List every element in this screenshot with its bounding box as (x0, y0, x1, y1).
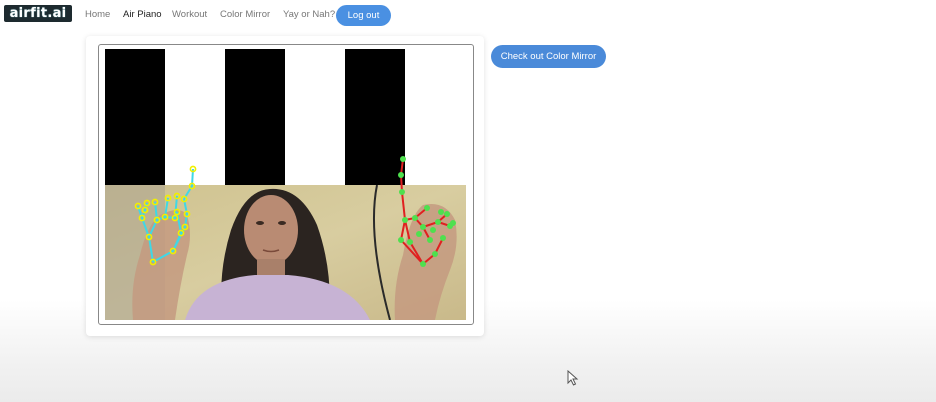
nav-link-color-mirror[interactable]: Color Mirror (220, 9, 270, 20)
mouse-cursor-icon (567, 370, 579, 386)
check-out-color-mirror-button[interactable]: Check out Color Mirror (491, 45, 606, 68)
logo[interactable]: airfit.ai (4, 5, 72, 22)
nav-link-air-piano[interactable]: Air Piano (123, 9, 162, 20)
nav-link-workout[interactable]: Workout (172, 9, 207, 20)
nav-link-yay-or-nah[interactable]: Yay or Nah? (283, 9, 335, 20)
nav-link-home[interactable]: Home (85, 9, 110, 20)
right-hand-skeleton (399, 158, 454, 266)
logout-button[interactable]: Log out (336, 5, 391, 26)
right-hand-landmarks (398, 156, 456, 267)
navbar: airfit.ai Home Air Piano Workout Color M… (0, 0, 936, 30)
hand-tracking-overlay (134, 156, 456, 267)
